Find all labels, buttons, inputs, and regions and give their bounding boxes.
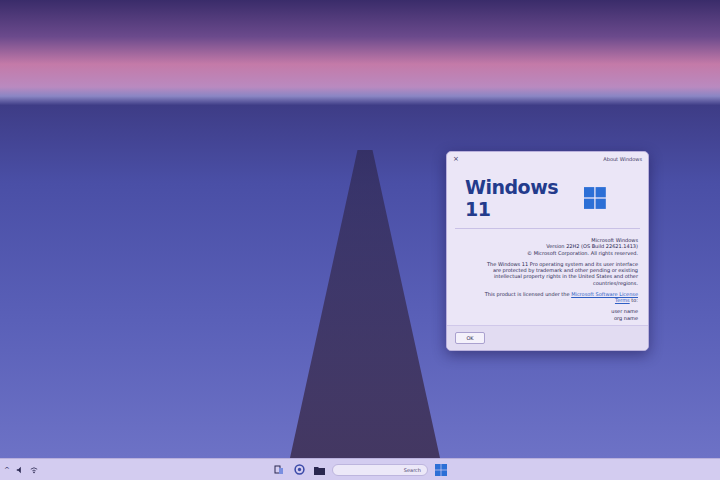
- system-tray: ^: [4, 466, 272, 474]
- start-button[interactable]: [434, 463, 448, 477]
- info-line: © Microsoft Corporation. All rights rese…: [527, 250, 638, 256]
- widgets-icon: [294, 464, 305, 475]
- task-view-button[interactable]: [272, 463, 286, 477]
- speaker-icon[interactable]: [16, 466, 24, 474]
- info-line: Microsoft Windows: [591, 237, 638, 243]
- version-info: Microsoft WindowsVersion 22H2 (OS Build …: [527, 237, 638, 256]
- taskbar-center: Search: [272, 463, 448, 477]
- dialog-footer: OK: [447, 325, 648, 350]
- file-explorer-button[interactable]: [312, 463, 326, 477]
- windows-logo-icon: [584, 186, 606, 210]
- logo-row: Windows 11: [455, 166, 640, 229]
- wifi-icon[interactable]: [30, 466, 38, 474]
- dialog-body: Microsoft WindowsVersion 22H2 (OS Build …: [447, 229, 648, 325]
- product-name: Windows 11: [465, 176, 578, 220]
- folder-icon: [314, 465, 325, 475]
- taskbar: ^ Search: [0, 458, 720, 480]
- tray-chevron[interactable]: ^: [4, 466, 10, 474]
- screen: × About Windows Windows 11 Microsoft Window…: [0, 0, 720, 480]
- license-text: This product is licensed under the Micro…: [478, 291, 638, 304]
- task-view-icon: [274, 465, 284, 475]
- licensees: user nameorg name: [611, 308, 638, 321]
- licensee: user name: [611, 308, 638, 314]
- close-button[interactable]: ×: [453, 156, 459, 163]
- widgets-button[interactable]: [292, 463, 306, 477]
- start-icon: [435, 464, 447, 476]
- license-link[interactable]: Microsoft Software License Terms: [571, 291, 638, 303]
- info-line: Version 22H2 (OS Build 22621.1413): [546, 243, 638, 249]
- desktop-wallpaper: × About Windows Windows 11 Microsoft Window…: [0, 0, 720, 458]
- wallpaper-pier: [290, 150, 440, 458]
- trademark-text: The Windows 11 Pro operating system and …: [478, 261, 638, 286]
- title-bar[interactable]: × About Windows: [447, 152, 648, 166]
- search-box[interactable]: Search: [332, 464, 428, 476]
- window-title: About Windows: [603, 156, 642, 162]
- licensee: org name: [614, 315, 638, 321]
- ok-button[interactable]: OK: [455, 332, 485, 344]
- about-dialog: × About Windows Windows 11 Microsoft Window…: [446, 151, 649, 351]
